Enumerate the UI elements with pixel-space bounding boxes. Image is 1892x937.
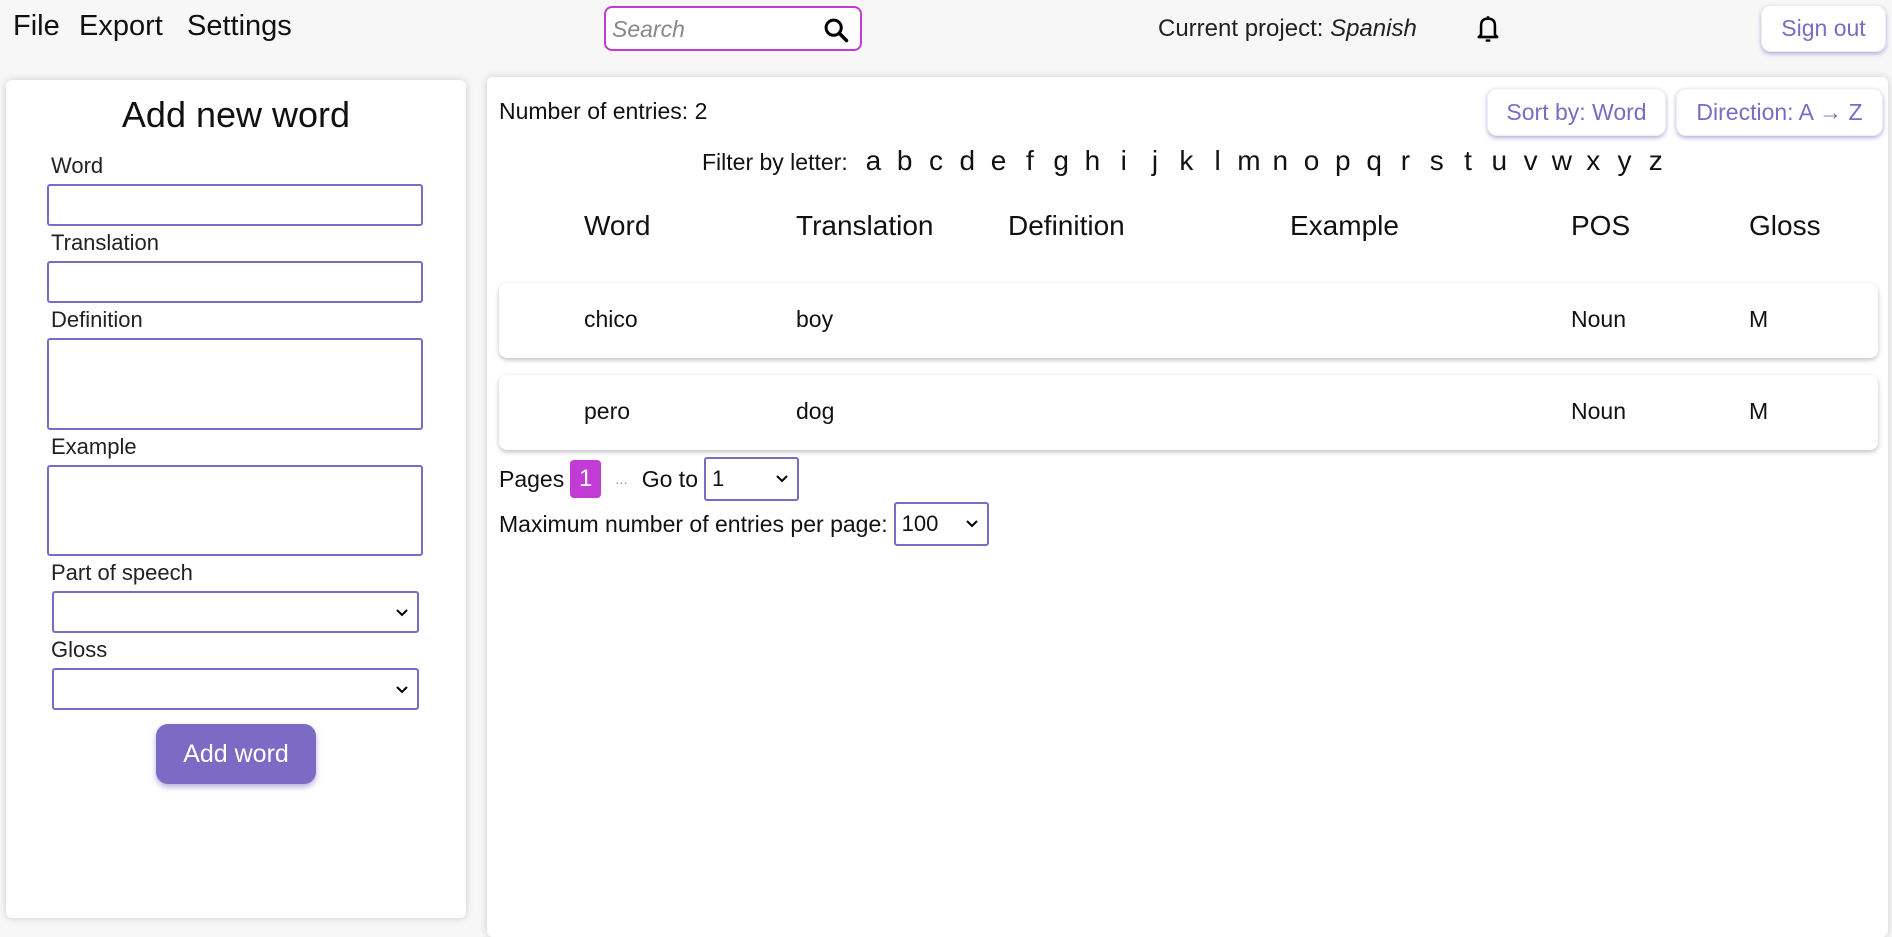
filter-letter-j[interactable]: j [1139,145,1170,177]
pagination: Pages 1 ... Go to 1 [499,457,799,501]
chevron-down-icon [396,686,408,694]
pages-label: Pages [499,465,565,492]
menu-export[interactable]: Export [79,10,163,43]
column-header-word[interactable]: Word [584,210,650,242]
example-textarea[interactable] [47,465,423,556]
gloss-select[interactable] [52,668,419,710]
filter-letter-h[interactable]: h [1077,145,1108,177]
cell-pos: Noun [1571,398,1626,424]
goto-page-value: 1 [712,466,725,491]
example-label: Example [51,434,137,459]
column-header-definition[interactable]: Definition [1008,210,1125,242]
filter-letter-y[interactable]: y [1609,145,1640,177]
pos-label: Part of speech [51,560,193,585]
top-bar: File Export Settings Current project: Sp… [0,0,1892,60]
filter-letter-g[interactable]: g [1046,145,1077,177]
translation-label: Translation [51,230,160,255]
filter-letter-o[interactable]: o [1296,145,1327,177]
filter-letter-t[interactable]: t [1452,145,1483,177]
max-entries-row: Maximum number of entries per page: 100 [499,502,989,546]
filter-letter-v[interactable]: v [1515,145,1546,177]
filter-letter-l[interactable]: l [1202,145,1233,177]
gloss-label: Gloss [51,637,108,662]
filter-letter-c[interactable]: c [920,145,951,177]
definition-label: Definition [51,307,143,332]
entry-count: Number of entries: 2 [499,98,708,124]
filter-letter-u[interactable]: u [1484,145,1515,177]
add-word-panel: Add new word Word Translation Definition… [6,80,466,918]
filter-letter-r[interactable]: r [1390,145,1421,177]
sort-by-button[interactable]: Sort by: Word [1487,88,1666,136]
translation-input[interactable] [47,261,423,303]
search-box [604,6,862,51]
filter-letter-z[interactable]: z [1640,145,1671,177]
filter-letter-b[interactable]: b [889,145,920,177]
max-entries-label: Maximum number of entries per page: [499,510,888,537]
filter-letter-q[interactable]: q [1358,145,1389,177]
current-project-name: Spanish [1330,15,1417,42]
filter-label: Filter by letter: [702,149,848,175]
sign-out-button[interactable]: Sign out [1761,5,1886,52]
cell-word: chico [584,306,638,332]
add-word-button[interactable]: Add word [156,724,316,784]
goto-page-select[interactable]: 1 [704,457,799,501]
filter-letter-a[interactable]: a [858,145,889,177]
search-icon[interactable] [822,16,850,44]
column-header-gloss[interactable]: Gloss [1749,210,1821,242]
pos-select[interactable] [52,591,419,633]
filter-letter-n[interactable]: n [1265,145,1296,177]
page-button-current[interactable]: 1 [570,460,602,498]
chevron-down-icon [776,475,788,483]
word-input[interactable] [47,184,423,226]
column-header-pos[interactable]: POS [1571,210,1630,242]
cell-word: pero [584,398,631,424]
cell-translation: boy [796,306,834,332]
column-header-translation[interactable]: Translation [796,210,933,242]
current-project: Current project: Spanish [1158,15,1417,43]
filter-letter-e[interactable]: e [983,145,1014,177]
filter-letter-p[interactable]: p [1327,145,1358,177]
table-row[interactable]: chico boy Noun M [499,283,1878,358]
cell-pos: Noun [1571,306,1626,332]
filter-letter-f[interactable]: f [1014,145,1045,177]
bell-icon[interactable] [1474,14,1502,44]
definition-textarea[interactable] [47,338,423,430]
max-entries-value: 100 [901,511,939,536]
letter-list: abcdefghijklmnopqrstuvwxyz [858,145,1672,177]
filter-letter-d[interactable]: d [952,145,983,177]
max-entries-select[interactable]: 100 [893,502,989,546]
filter-letter-m[interactable]: m [1233,145,1264,177]
direction-button[interactable]: Direction: A → Z [1676,88,1883,136]
chevron-down-icon [965,520,978,528]
letter-filter: Filter by letter: abcdefghijklmnopqrstuv… [702,145,1671,177]
word-list-panel: Number of entries: 2 Sort by: Word Direc… [487,77,1888,937]
add-word-title: Add new word [121,94,351,135]
menu-settings[interactable]: Settings [187,10,292,43]
filter-letter-i[interactable]: i [1108,145,1139,177]
filter-letter-s[interactable]: s [1421,145,1452,177]
table-row[interactable]: pero dog Noun M [499,375,1878,450]
chevron-down-icon [396,609,408,617]
column-header-example[interactable]: Example [1290,210,1399,242]
goto-label: Go to [641,465,698,492]
current-project-label: Current project: [1158,15,1324,42]
filter-letter-k[interactable]: k [1171,145,1202,177]
page-ellipsis: ... [615,470,628,488]
search-input[interactable] [612,14,812,44]
cell-translation: dog [796,398,835,424]
filter-letter-w[interactable]: w [1546,145,1577,177]
cell-gloss: M [1749,306,1769,332]
menu-file[interactable]: File [13,10,60,43]
filter-letter-x[interactable]: x [1578,145,1609,177]
word-label: Word [51,153,104,178]
cell-gloss: M [1749,398,1769,424]
